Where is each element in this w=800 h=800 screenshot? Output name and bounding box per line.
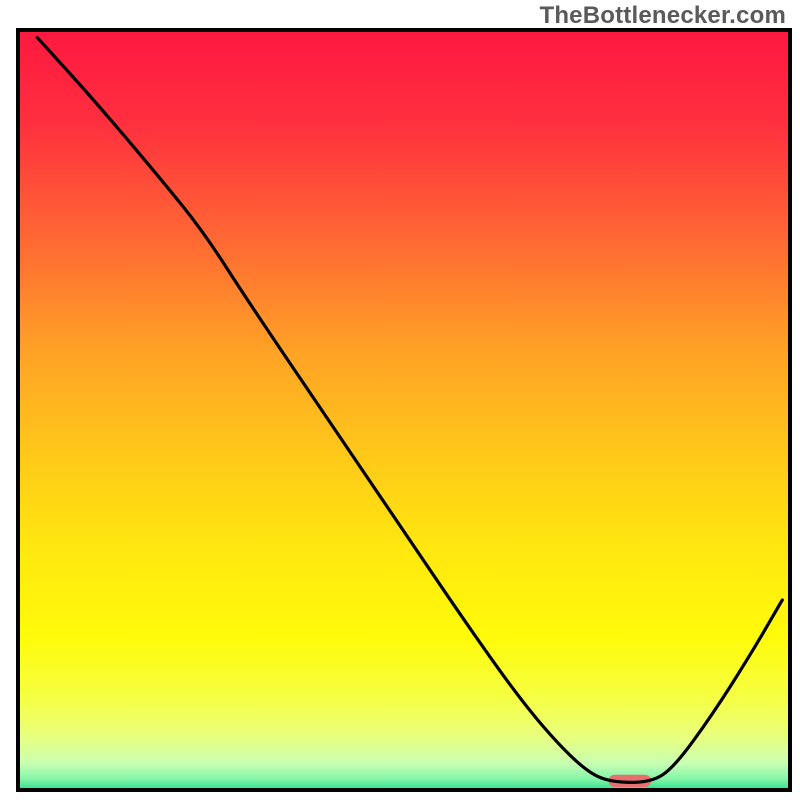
chart-container: { "watermark": "TheBottlenecker.com", "c… [0,0,800,800]
plot-background [18,30,790,790]
bottleneck-chart [0,0,800,800]
